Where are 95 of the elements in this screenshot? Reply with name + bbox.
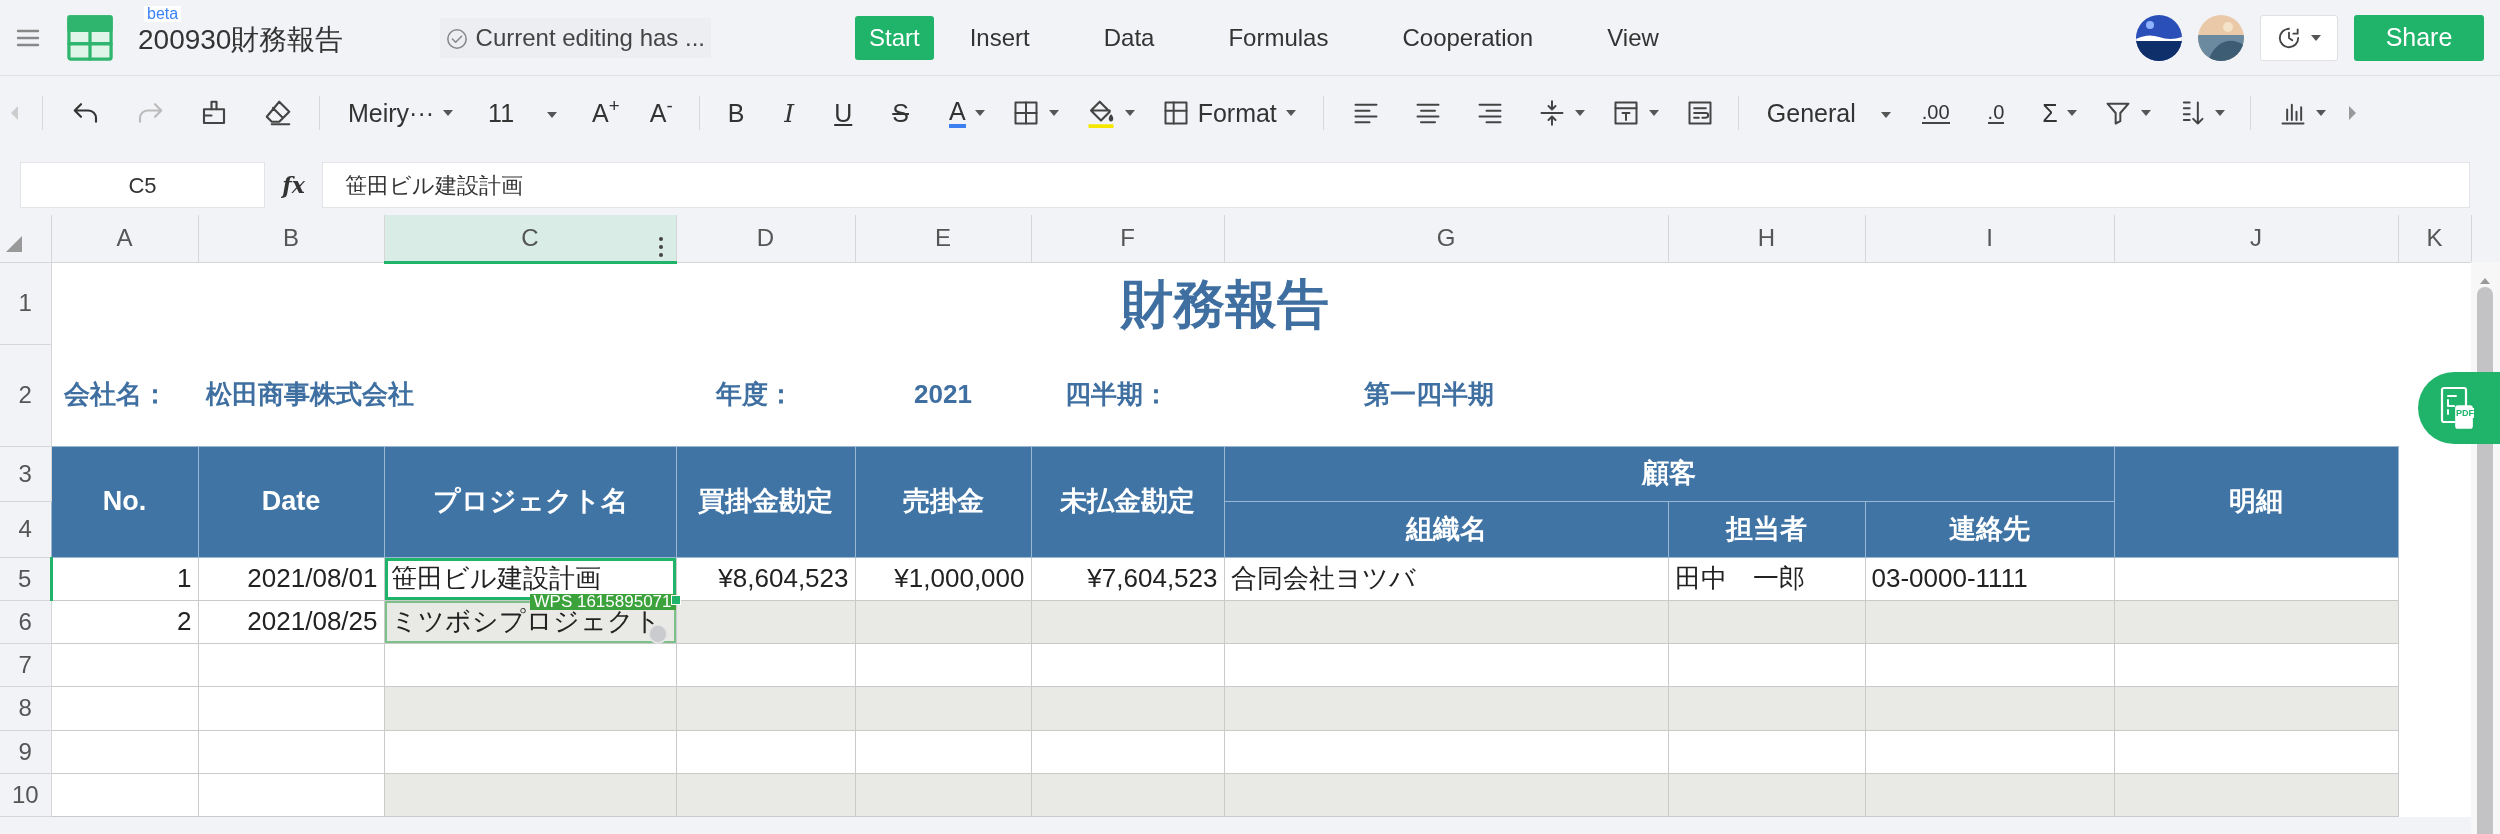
row-header[interactable]: 3 <box>0 446 51 501</box>
table-header: 買掛金勘定 <box>676 446 855 557</box>
field-value: 2021 <box>855 344 1031 446</box>
table-cell: 2021/08/01 <box>198 557 384 600</box>
table-cell: ¥7,604,523 <box>1031 557 1224 600</box>
add-decimal-button[interactable]: .00 <box>1921 102 1950 124</box>
field-label: 会社名： <box>51 344 198 446</box>
menu-tab[interactable]: Cooperation <box>1388 15 1548 60</box>
increase-font-button[interactable]: A$^{+}$ <box>592 100 620 126</box>
sheet-title: 財務報告 <box>51 262 2398 344</box>
caret-icon[interactable] <box>1284 109 1297 117</box>
row-header[interactable]: 2 <box>0 344 51 446</box>
format-dropdown[interactable]: Format <box>1197 100 1277 126</box>
table-header: 顧客 <box>1224 446 2114 501</box>
table-header: プロジェクト名 <box>384 446 676 557</box>
select-all-icon[interactable] <box>6 235 22 252</box>
history-button[interactable] <box>2260 14 2338 61</box>
field-value: 松田商事株式会社 <box>198 344 676 446</box>
field-label: 年度： <box>676 344 855 446</box>
caret-icon[interactable] <box>1573 109 1586 117</box>
caret-icon[interactable] <box>1647 109 1660 117</box>
row-header[interactable]: 4 <box>0 501 51 557</box>
table-cell: ¥1,000,000 <box>855 557 1031 600</box>
document-title[interactable]: 200930財務報告 <box>138 23 344 55</box>
table-header: 連絡先 <box>1865 501 2114 557</box>
caret-icon[interactable] <box>2213 109 2226 117</box>
caret-icon[interactable] <box>1047 109 1060 117</box>
row-header[interactable]: 6 <box>0 600 51 643</box>
underline-button[interactable]: U <box>834 100 853 126</box>
table-header: 組織名 <box>1224 501 1668 557</box>
column-header[interactable]: K <box>2398 215 2471 262</box>
table-cell: 03-0000-1111 <box>1865 557 2114 600</box>
caret-icon[interactable] <box>2314 109 2327 117</box>
save-status: Current editing has ... <box>475 22 705 53</box>
beta-tag: beta <box>144 5 182 22</box>
menu-tab[interactable]: Insert <box>955 15 1044 60</box>
column-header[interactable]: F <box>1031 215 1224 262</box>
caret-icon[interactable] <box>442 109 455 117</box>
column-header[interactable]: J <box>2114 215 2398 262</box>
caret-icon[interactable] <box>1123 109 1136 117</box>
font-color-button[interactable]: A <box>948 98 966 128</box>
scroll-up-icon[interactable] <box>2479 276 2491 285</box>
table-cell: 田中 一郎 <box>1668 557 1865 600</box>
table-cell: 2 <box>51 600 198 643</box>
field-value: 第一四半期 <box>1224 344 1668 446</box>
row-header[interactable]: 1 <box>0 262 51 344</box>
caret-icon[interactable] <box>2310 33 2322 42</box>
column-header[interactable]: H <box>1668 215 1865 262</box>
caret-icon[interactable] <box>2065 109 2078 117</box>
italic-button[interactable]: I <box>784 100 795 126</box>
strikethrough-button[interactable]: S <box>892 100 909 126</box>
formula-field[interactable]: 笹田ビル建設計画 <box>322 162 2470 208</box>
column-header[interactable]: A <box>51 215 198 262</box>
menu-tab[interactable]: Formulas <box>1214 15 1343 60</box>
fill-handle[interactable] <box>670 594 681 605</box>
remove-decimal-button[interactable]: .0 <box>1987 102 2005 124</box>
column-header[interactable]: I <box>1865 215 2114 262</box>
bold-button[interactable]: B <box>727 100 745 126</box>
font-size-dropdown[interactable]: 11 <box>488 100 515 126</box>
row-header[interactable]: 8 <box>0 686 51 730</box>
row-header[interactable]: 10 <box>0 773 51 816</box>
menu-tab[interactable]: View <box>1593 15 1673 60</box>
caret-icon[interactable] <box>546 110 559 119</box>
font-dropdown[interactable]: Meiry··· <box>348 100 435 126</box>
number-format-dropdown[interactable]: General <box>1766 100 1856 126</box>
table-cell: 2021/08/25 <box>198 600 384 643</box>
column-header[interactable]: B <box>198 215 384 262</box>
table-header: 担当者 <box>1668 501 1865 557</box>
column-header[interactable]: G <box>1224 215 1668 262</box>
field-label: 四半期： <box>1031 344 1224 446</box>
column-header[interactable]: E <box>855 215 1031 262</box>
table-header: 売掛金 <box>855 446 1031 557</box>
check-circle-icon <box>445 28 468 51</box>
decrease-font-button[interactable]: A$^{-}$ <box>649 100 673 126</box>
spreadsheet-logo-icon <box>66 14 114 61</box>
row-header[interactable]: 7 <box>0 643 51 686</box>
more-icon[interactable] <box>657 235 664 258</box>
table-cell: 1 <box>51 557 198 600</box>
table-header: 明細 <box>2114 446 2398 557</box>
menu-tab[interactable]: Data <box>1089 15 1169 60</box>
caret-icon[interactable] <box>1879 110 1892 119</box>
row-header[interactable]: 9 <box>0 730 51 773</box>
column-header[interactable]: C <box>384 215 676 262</box>
sum-button[interactable]: Σ <box>2042 100 2058 126</box>
caret-icon[interactable] <box>2139 109 2152 117</box>
table-header: No. <box>51 446 198 557</box>
name-box[interactable]: C5 <box>20 162 265 208</box>
caret-icon[interactable] <box>973 109 986 117</box>
table-header: 未払金勘定 <box>1031 446 1224 557</box>
table-cell: 合同会社ヨツバ <box>1224 557 1668 600</box>
row-header[interactable]: 5 <box>0 557 51 600</box>
function-label[interactable]: fx <box>265 168 322 202</box>
eraser-icon[interactable] <box>263 98 293 128</box>
column-header[interactable]: D <box>676 215 855 262</box>
table-header: Date <box>198 446 384 557</box>
